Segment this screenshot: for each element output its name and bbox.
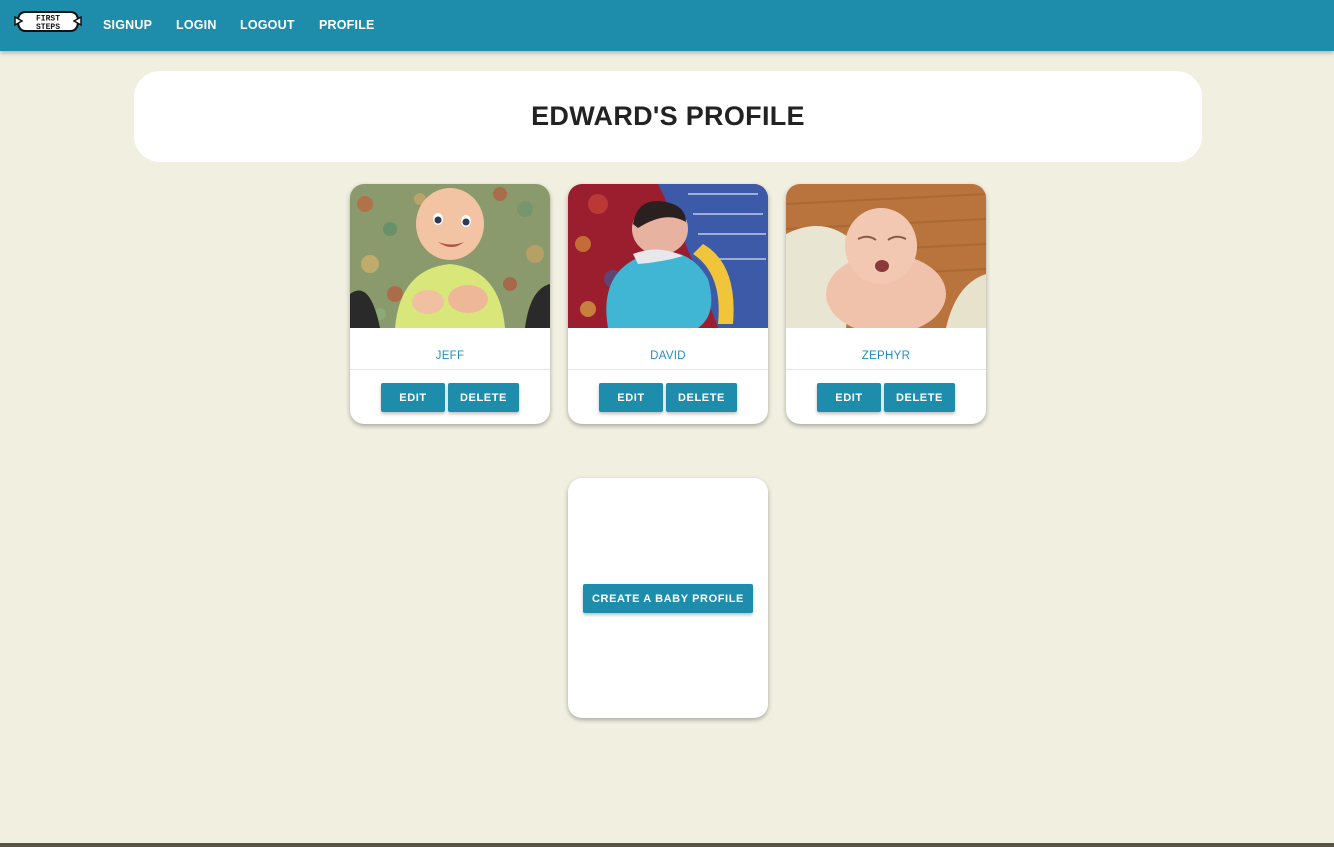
edit-zephyr-button[interactable]: EDIT <box>817 383 881 412</box>
nav-login-link[interactable]: LOGIN <box>176 18 217 32</box>
nav-profile-link[interactable]: PROFILE <box>319 18 375 32</box>
create-baby-profile-button[interactable]: CREATE A BABY PROFILE <box>583 584 753 613</box>
first-steps-logo[interactable]: FIRST STEPS <box>14 9 82 34</box>
card-divider <box>786 369 986 370</box>
baby-name-zephyr[interactable]: ZEPHYR <box>786 350 986 362</box>
baby-name-jeff[interactable]: JEFF <box>350 350 550 362</box>
baby-name-david[interactable]: DAVID <box>568 350 768 362</box>
delete-david-button[interactable]: DELETE <box>666 383 737 412</box>
nav-logout-link[interactable]: LOGOUT <box>240 18 295 32</box>
baby-card-david: DAVID EDIT DELETE <box>568 184 768 424</box>
profile-header-card: EDWARD'S PROFILE <box>134 71 1202 162</box>
page-title: EDWARD'S PROFILE <box>531 101 805 131</box>
baby-card-jeff: JEFF EDIT DELETE <box>350 184 550 424</box>
edit-david-button[interactable]: EDIT <box>599 383 663 412</box>
delete-zephyr-button[interactable]: DELETE <box>884 383 955 412</box>
baby-photo-david <box>568 184 768 328</box>
create-baby-card: CREATE A BABY PROFILE <box>568 478 768 718</box>
logo-text-bottom: STEPS <box>36 23 60 32</box>
baby-photo-jeff <box>350 184 550 328</box>
baby-card-zephyr: ZEPHYR EDIT DELETE <box>786 184 986 424</box>
bottom-edge <box>0 843 1334 847</box>
nav-signup-link[interactable]: SIGNUP <box>103 18 152 32</box>
top-navbar: FIRST STEPS SIGNUP LOGIN LOGOUT PROFILE <box>0 0 1334 51</box>
card-divider <box>350 369 550 370</box>
card-divider <box>568 369 768 370</box>
edit-jeff-button[interactable]: EDIT <box>381 383 445 412</box>
delete-jeff-button[interactable]: DELETE <box>448 383 519 412</box>
baby-photo-zephyr <box>786 184 986 328</box>
